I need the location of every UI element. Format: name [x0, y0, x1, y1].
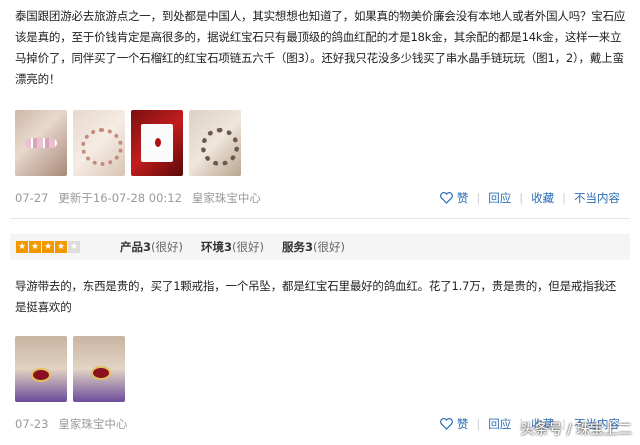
review-date: 07-27: [15, 191, 49, 205]
review-meta: 07-23 皇家珠宝中心: [15, 416, 137, 432]
review-photos: [15, 110, 241, 176]
review-text: 导游带去的，东西是贵的，买了1颗戒指，一个吊坠，都是红宝石里最好的鸽血红。花了1…: [15, 279, 617, 314]
like-button[interactable]: 赞: [439, 416, 469, 432]
divider: |: [476, 191, 481, 205]
like-label: 赞: [456, 417, 469, 431]
review-actions: 赞 | 回应 | 收藏 | 不当内容: [439, 190, 620, 206]
heart-icon: [439, 418, 453, 430]
review-updated: 更新于16-07-28 00:12: [58, 191, 182, 205]
review-meta: 07-27 更新于16-07-28 00:12 皇家珠宝中心: [15, 190, 271, 206]
star-icon: ★: [16, 241, 28, 253]
divider: |: [562, 191, 566, 205]
score-product: 产品3(很好): [120, 240, 183, 254]
reply-button[interactable]: 回应: [488, 416, 511, 432]
report-button[interactable]: 不当内容: [574, 190, 620, 206]
like-label: 赞: [456, 191, 469, 205]
star-empty-icon: ★: [68, 241, 80, 253]
review-1: 泰国跟团游必去旅游点之一，到处都是中国人，其实想想也知道了，如果真的物美价廉会没…: [0, 0, 640, 215]
review-photo[interactable]: [73, 110, 125, 176]
score-environment: 环境3(很好): [201, 240, 264, 254]
like-button[interactable]: 赞: [439, 190, 469, 206]
review-photo[interactable]: [15, 336, 67, 402]
star-rating: ★ ★ ★ ★ ★: [16, 241, 80, 253]
divider: |: [519, 191, 524, 205]
rating-bar: ★ ★ ★ ★ ★ 产品3(很好) 环境3(很好) 服务3(很好): [10, 234, 630, 260]
score-service: 服务3(很好): [282, 240, 345, 254]
review-text: 泰国跟团游必去旅游点之一，到处都是中国人，其实想想也知道了，如果真的物美价廉会没…: [15, 9, 626, 86]
shop-name[interactable]: 皇家珠宝中心: [58, 417, 127, 431]
divider: |: [476, 417, 481, 431]
shop-name[interactable]: 皇家珠宝中心: [192, 191, 261, 205]
star-icon: ★: [29, 241, 41, 253]
review-photos: [15, 336, 125, 402]
review-date: 07-23: [15, 417, 49, 431]
reply-button[interactable]: 回应: [488, 190, 511, 206]
star-icon: ★: [55, 241, 67, 253]
watermark: 头条号 / 珠宝上二: [520, 422, 632, 438]
review-photo[interactable]: [131, 110, 183, 176]
review-photo[interactable]: [73, 336, 125, 402]
heart-icon: [439, 192, 453, 204]
collect-button[interactable]: 收藏: [531, 190, 554, 206]
star-icon: ★: [42, 241, 54, 253]
review-photo[interactable]: [15, 110, 67, 176]
review-photo[interactable]: [189, 110, 241, 176]
review-divider: [10, 218, 630, 219]
